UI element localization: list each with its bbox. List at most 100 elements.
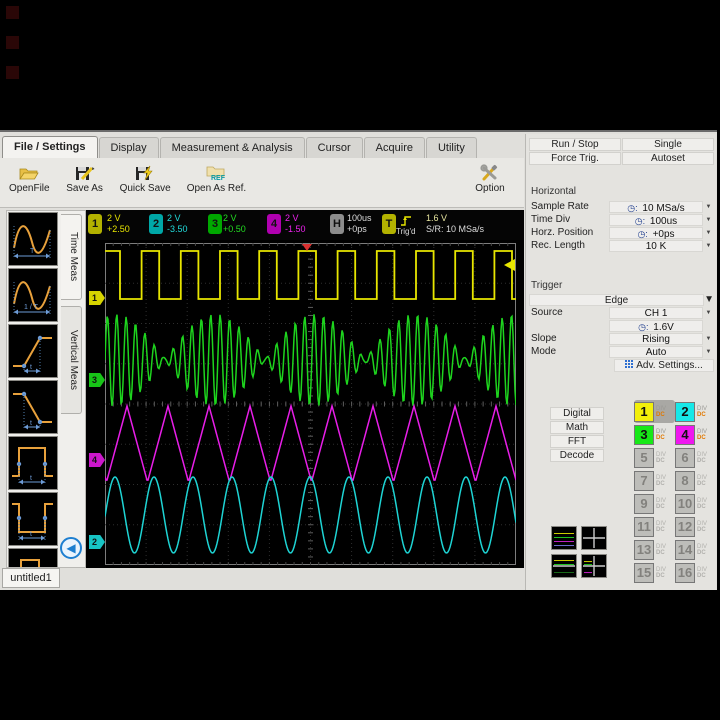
channel-15-meta: DIVDC [656, 567, 666, 579]
option-label: Option [471, 183, 509, 194]
horizontal-value-sample-rate[interactable]: ◷: 10 MSa/s [609, 201, 703, 213]
open-as-ref-label: Open As Ref. [187, 183, 246, 194]
channel-16-button[interactable]: 16 [675, 563, 695, 583]
tab-file-settings[interactable]: File / Settings [2, 136, 98, 158]
open-as-ref-button[interactable]: REFOpen As Ref. [184, 162, 249, 196]
trigger-type-value[interactable]: Edge [529, 294, 704, 306]
channel-12-button[interactable]: 12 [675, 517, 695, 537]
tab-measurement-analysis[interactable]: Measurement & Analysis [160, 137, 305, 158]
channel-4-position-marker[interactable]: 4 [89, 453, 105, 467]
trigger-row-mode: Mode Auto▼ [529, 345, 714, 358]
tools-icon [471, 164, 509, 182]
dark-red-marker [6, 6, 19, 19]
channel-9-button[interactable]: 9 [634, 494, 654, 514]
channel-badge-1[interactable]: 1 [88, 214, 102, 234]
meas-pos-width-button[interactable]: t [8, 436, 58, 490]
channel-13-button[interactable]: 13 [634, 540, 654, 560]
adv-settings-label: Adv. Settings... [636, 360, 703, 371]
digital-button[interactable]: Digital [550, 407, 604, 420]
decode-button[interactable]: Decode [550, 449, 604, 462]
openfile-button[interactable]: OpenFile [6, 162, 53, 196]
meas-fall-time-button[interactable]: t [8, 380, 58, 434]
channel-2-position-marker[interactable]: 2 [89, 535, 105, 549]
channel-badge-H[interactable]: H [330, 214, 344, 234]
channel-14-meta: DIVDC [697, 544, 707, 556]
meas-duty-cycle-button[interactable] [8, 548, 58, 568]
document-tab[interactable]: untitled1 [2, 568, 60, 588]
sidebar-tab-time-meas[interactable]: Time Meas [61, 214, 82, 300]
clock-icon: ◷: [638, 322, 648, 332]
sidebar-tab-vertical-meas[interactable]: Vertical Meas [61, 306, 82, 414]
trigger-label: Source [529, 307, 609, 318]
trigger-type-select[interactable]: Edge ▼ [529, 293, 714, 306]
document-tab-label: untitled1 [10, 572, 52, 584]
channel-8-button[interactable]: 8 [675, 471, 695, 491]
channel-2-button[interactable]: 2 [675, 402, 695, 422]
channel-4-readout: 2 V -1.50 [285, 213, 306, 235]
dark-red-marker [6, 66, 19, 79]
horizontal-value-time-div[interactable]: ◷: 100us [609, 214, 703, 226]
autoset-button[interactable]: Autoset [622, 152, 714, 165]
channel-13-meta: DIVDC [656, 544, 666, 556]
option-button[interactable]: Option [468, 162, 512, 196]
math-button[interactable]: Math [550, 421, 604, 434]
trigger-value-source[interactable]: CH 1 [609, 307, 703, 319]
chevron-down-icon: ▼ [703, 230, 714, 236]
floppy-pencil-icon [66, 164, 104, 182]
adv-settings-button[interactable]: Adv. Settings... [614, 359, 714, 372]
channel-1-position-marker[interactable]: 1 [89, 291, 105, 305]
channel-8-meta: DIVDC [697, 475, 707, 487]
tab-display[interactable]: Display [99, 137, 159, 158]
layout-thumb-single-pane-traces[interactable] [551, 526, 577, 550]
layout-thumb-quad-grid[interactable] [581, 526, 607, 550]
meas-neg-width-button[interactable]: t [8, 492, 58, 546]
channel-4-meta: DIVDC [697, 429, 707, 441]
tab-utility[interactable]: Utility [426, 137, 477, 158]
channel-badge-T[interactable]: T [382, 214, 396, 234]
save-as-label: Save As [66, 183, 104, 194]
save-as-button[interactable]: Save As [63, 162, 107, 196]
channel-10-button[interactable]: 10 [675, 494, 695, 514]
single-button[interactable]: Single [622, 138, 714, 151]
trigger-value-slope[interactable]: Rising [609, 333, 703, 345]
quick-save-button[interactable]: Quick Save [117, 162, 174, 196]
channel-5-button[interactable]: 5 [634, 448, 654, 468]
channel-11-button[interactable]: 11 [634, 517, 654, 537]
channel-row: 5DIVDC6DIVDC [634, 446, 716, 469]
layout-thumb-dual-split-traces[interactable] [551, 554, 577, 578]
trigger-value-1-6v[interactable]: ◷: 1.6V [609, 320, 703, 332]
trigger-value-mode[interactable]: Auto [609, 346, 703, 358]
horizontal-row-rec-length: Rec. Length 10 K▼ [529, 239, 714, 252]
channel-6-button[interactable]: 6 [675, 448, 695, 468]
horizontal-value-horz-position[interactable]: ◷: +0ps [609, 227, 703, 239]
channel-1-button[interactable]: 1 [634, 402, 654, 422]
channel-badge-4[interactable]: 4 [267, 214, 281, 234]
tab-acquire[interactable]: Acquire [364, 137, 425, 158]
horizontal-row-horz-position: Horz. Position◷: +0ps▼ [529, 226, 714, 239]
chevron-down-icon: ▼ [703, 336, 714, 342]
channel-badge-2[interactable]: 2 [149, 214, 163, 234]
tab-cursor[interactable]: Cursor [306, 137, 363, 158]
channel-3-position-marker[interactable]: 3 [89, 373, 105, 387]
grid-icon [625, 360, 633, 371]
trigger-level-readout: 1.6 V S/R: 10 MSa/s [426, 213, 484, 235]
toolbar: OpenFile Save As Quick Save REFOpen As Ref.… [0, 158, 524, 208]
channel-14-button[interactable]: 14 [675, 540, 695, 560]
fft-button[interactable]: FFT [550, 435, 604, 448]
channel-7-button[interactable]: 7 [634, 471, 654, 491]
meas-period-button[interactable]: T [8, 212, 58, 266]
channel-badge-3[interactable]: 3 [208, 214, 222, 234]
horizontal-label: Rec. Length [529, 240, 609, 251]
run-stop-button[interactable]: Run / Stop [529, 138, 621, 151]
horizontal-value-rec-length[interactable]: 10 K [609, 240, 703, 252]
channel-15-button[interactable]: 15 [634, 563, 654, 583]
meas-frequency-button[interactable]: 1 / T [8, 268, 58, 322]
force-trig-button[interactable]: Force Trig. [529, 152, 621, 165]
channel-3-button[interactable]: 3 [634, 425, 654, 445]
chevron-down-icon: ▼ [703, 349, 714, 355]
collapse-sidebar-button[interactable]: ◀ [60, 537, 82, 559]
channel-4-button[interactable]: 4 [675, 425, 695, 445]
meas-rise-time-button[interactable]: t [8, 324, 58, 378]
horizontal-readout: 100us +0ps [347, 213, 372, 235]
layout-thumb-quad-grid-traces[interactable] [581, 554, 607, 578]
